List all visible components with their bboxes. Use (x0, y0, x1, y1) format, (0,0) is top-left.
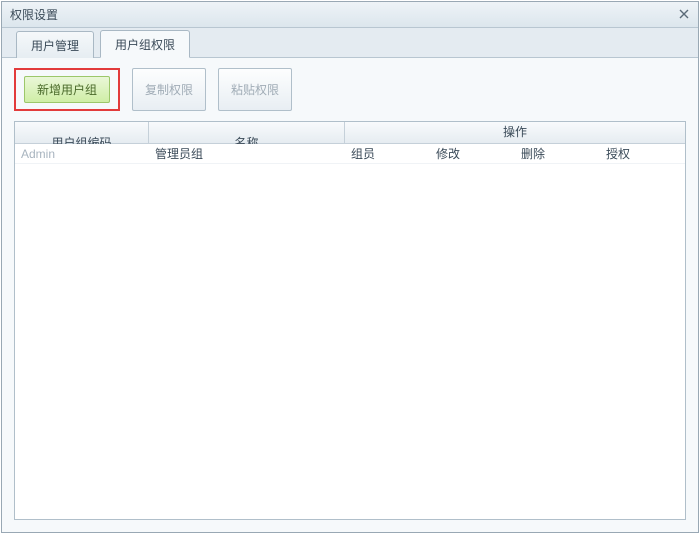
close-icon[interactable] (676, 6, 692, 22)
content-area: 新增用户组 复制权限 粘贴权限 用户组编码 名称 操作 组员 修改 删除 授权 (2, 58, 698, 532)
col-header-operations: 操作 (345, 122, 685, 144)
table-row: Admin 管理员组 组员 修改 删除 授权 (15, 144, 685, 164)
action-members[interactable]: 组员 (345, 144, 430, 163)
cell-name: 管理员组 (149, 144, 345, 163)
action-edit[interactable]: 修改 (430, 144, 515, 163)
titlebar: 权限设置 (2, 2, 698, 28)
table-header: 用户组编码 名称 操作 组员 修改 删除 授权 (15, 122, 685, 144)
tabbar: 用户管理 用户组权限 (2, 28, 698, 58)
action-authorize[interactable]: 授权 (600, 144, 685, 163)
tab-user-management[interactable]: 用户管理 (16, 31, 94, 58)
highlight-annotation: 新增用户组 (14, 68, 120, 111)
action-delete[interactable]: 删除 (515, 144, 600, 163)
copy-permissions-button[interactable]: 复制权限 (132, 68, 206, 111)
add-group-button[interactable]: 新增用户组 (24, 76, 110, 103)
window-title: 权限设置 (10, 6, 58, 23)
cell-code: Admin (15, 144, 149, 163)
paste-permissions-button[interactable]: 粘贴权限 (218, 68, 292, 111)
dialog-window: 权限设置 用户管理 用户组权限 新增用户组 复制权限 粘贴权限 用户组编码 名称… (1, 1, 699, 533)
table-body: Admin 管理员组 组员 修改 删除 授权 (15, 144, 685, 519)
tab-group-permissions[interactable]: 用户组权限 (100, 30, 190, 58)
group-table: 用户组编码 名称 操作 组员 修改 删除 授权 Admin 管理员组 组员 (14, 121, 686, 520)
toolbar: 新增用户组 复制权限 粘贴权限 (14, 68, 686, 111)
